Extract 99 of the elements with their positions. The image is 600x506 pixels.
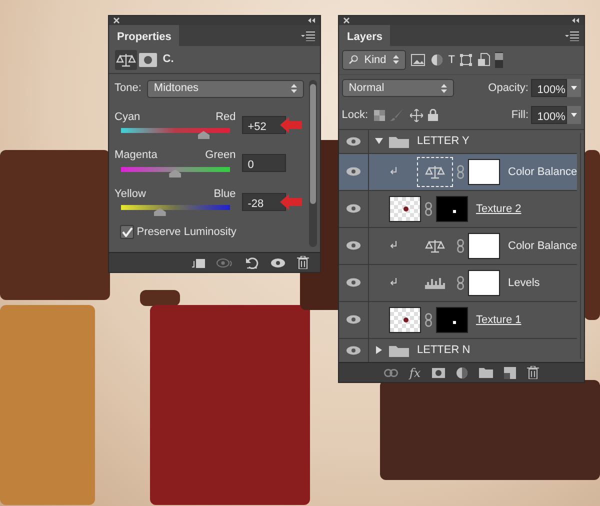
eye-icon[interactable] bbox=[346, 315, 361, 324]
eye-icon[interactable] bbox=[346, 167, 361, 176]
panel-tab[interactable]: Layers bbox=[339, 25, 390, 46]
move-icon[interactable] bbox=[410, 108, 423, 122]
slider-label: Magenta bbox=[114, 148, 158, 163]
scale-icon bbox=[425, 163, 445, 180]
mask-thumbnail bbox=[468, 232, 500, 259]
type-filter-icon[interactable]: T bbox=[448, 52, 455, 68]
tone-dropdown[interactable]: Midtones bbox=[146, 80, 304, 98]
layer-row[interactable]: Levels bbox=[339, 264, 578, 302]
dropdown-button[interactable] bbox=[567, 106, 582, 124]
shape-filter-icon[interactable] bbox=[460, 54, 472, 66]
checkbox-label: Preserve Luminosity bbox=[136, 225, 236, 240]
filter-toggle-icon[interactable] bbox=[495, 52, 504, 68]
blend-mode-dropdown[interactable]: Normal bbox=[342, 79, 454, 98]
folder-icon bbox=[389, 344, 409, 357]
expand-arrow-icon[interactable] bbox=[375, 137, 383, 146]
slider-label: Blue bbox=[214, 186, 236, 202]
eye-icon[interactable] bbox=[346, 241, 361, 250]
caret-icon bbox=[571, 113, 578, 118]
clip-to-layer-icon[interactable] bbox=[191, 256, 205, 268]
layer-name: Texture 2 bbox=[475, 202, 522, 216]
slider-thumb[interactable] bbox=[198, 131, 210, 139]
dropdown-button[interactable] bbox=[567, 79, 582, 98]
fill-label: Fill: bbox=[511, 108, 528, 124]
lock-transparency-icon[interactable] bbox=[374, 110, 385, 121]
eye-icon[interactable] bbox=[346, 204, 361, 214]
slider-label: Cyan bbox=[114, 110, 140, 124]
layer-row[interactable]: Texture 1 bbox=[339, 302, 578, 339]
link-layers-icon[interactable] bbox=[384, 368, 398, 377]
eye-icon[interactable] bbox=[270, 258, 286, 268]
opacity-label: Opacity: bbox=[488, 81, 528, 96]
eye-icon[interactable] bbox=[346, 346, 361, 355]
slider-label: Red bbox=[216, 110, 236, 124]
view-previous-icon[interactable] bbox=[216, 256, 234, 268]
reset-icon[interactable] bbox=[245, 256, 259, 269]
adjustment-filter-icon[interactable] bbox=[430, 54, 443, 66]
mask-thumbnail bbox=[436, 306, 468, 333]
slider-thumb[interactable] bbox=[154, 208, 166, 216]
tone-label: Tone: bbox=[114, 81, 142, 96]
stepper-icon bbox=[440, 84, 447, 93]
link-icon bbox=[457, 238, 464, 253]
histogram-icon bbox=[425, 276, 445, 289]
layer-name: Color Balance bbox=[507, 164, 578, 180]
layer-name: Levels bbox=[507, 276, 540, 290]
stepper-icon bbox=[290, 84, 297, 93]
adjustment-label: C. bbox=[162, 52, 174, 68]
fill-field[interactable]: 100% bbox=[531, 106, 568, 124]
trash-icon[interactable] bbox=[526, 366, 539, 380]
link-icon bbox=[425, 312, 432, 327]
layer-thumbnail bbox=[389, 306, 421, 333]
stepper-icon bbox=[392, 55, 399, 64]
layer-name: Color Balance bbox=[507, 238, 578, 254]
close-icon[interactable] bbox=[113, 17, 120, 24]
close-icon[interactable] bbox=[343, 17, 350, 24]
mask-icon[interactable] bbox=[432, 368, 445, 378]
layer-name: LETTER Y bbox=[416, 134, 470, 149]
link-icon bbox=[457, 276, 464, 290]
panel-tab[interactable]: Properties bbox=[109, 25, 180, 46]
filter-dropdown[interactable]: Kind bbox=[342, 50, 406, 70]
mask-thumbnail bbox=[468, 270, 500, 296]
layer-row[interactable]: Color Balance bbox=[339, 228, 578, 265]
mask-thumbnail bbox=[468, 158, 500, 185]
image-filter-icon[interactable] bbox=[411, 54, 426, 66]
caret-icon bbox=[571, 86, 578, 90]
mask-icon[interactable] bbox=[139, 52, 158, 66]
color-balance-icon[interactable] bbox=[114, 50, 136, 70]
lock-label: Lock: bbox=[342, 108, 368, 124]
mask-thumbnail bbox=[436, 196, 468, 222]
folder-icon bbox=[389, 134, 409, 148]
eye-icon[interactable] bbox=[346, 136, 361, 146]
link-icon bbox=[425, 202, 432, 216]
new-layer-icon[interactable] bbox=[504, 366, 516, 379]
checkbox[interactable] bbox=[120, 225, 134, 240]
scale-icon bbox=[425, 237, 445, 254]
search-icon bbox=[348, 55, 358, 64]
link-icon bbox=[457, 164, 464, 179]
collapse-arrow-icon[interactable] bbox=[375, 346, 383, 354]
slider-label: Yellow bbox=[114, 186, 146, 202]
layer-name: Texture 1 bbox=[475, 312, 522, 328]
layer-row[interactable]: Texture 2 bbox=[339, 190, 578, 228]
scrollbar[interactable] bbox=[309, 80, 318, 246]
padlock-icon[interactable] bbox=[428, 109, 438, 122]
panel-menu-icon[interactable] bbox=[565, 31, 579, 41]
adjustment-layer-icon[interactable] bbox=[456, 366, 468, 379]
value-field[interactable]: -28 bbox=[242, 192, 286, 210]
value-field[interactable]: +52 bbox=[242, 116, 286, 134]
slider-label: Green bbox=[205, 148, 236, 163]
opacity-field[interactable]: 100% bbox=[531, 79, 568, 98]
layer-style-button[interactable]: fx bbox=[409, 364, 421, 382]
eye-icon[interactable] bbox=[346, 278, 361, 288]
panel-menu-icon[interactable] bbox=[301, 31, 315, 41]
smart-object-filter-icon[interactable] bbox=[478, 53, 490, 66]
layer-row[interactable]: Color Balance bbox=[339, 154, 578, 191]
value-field[interactable]: 0 bbox=[242, 154, 286, 172]
layer-name: LETTER N bbox=[416, 343, 470, 358]
trash-icon[interactable] bbox=[297, 256, 309, 269]
layer-thumbnail bbox=[389, 196, 421, 222]
slider-thumb[interactable] bbox=[169, 170, 182, 178]
